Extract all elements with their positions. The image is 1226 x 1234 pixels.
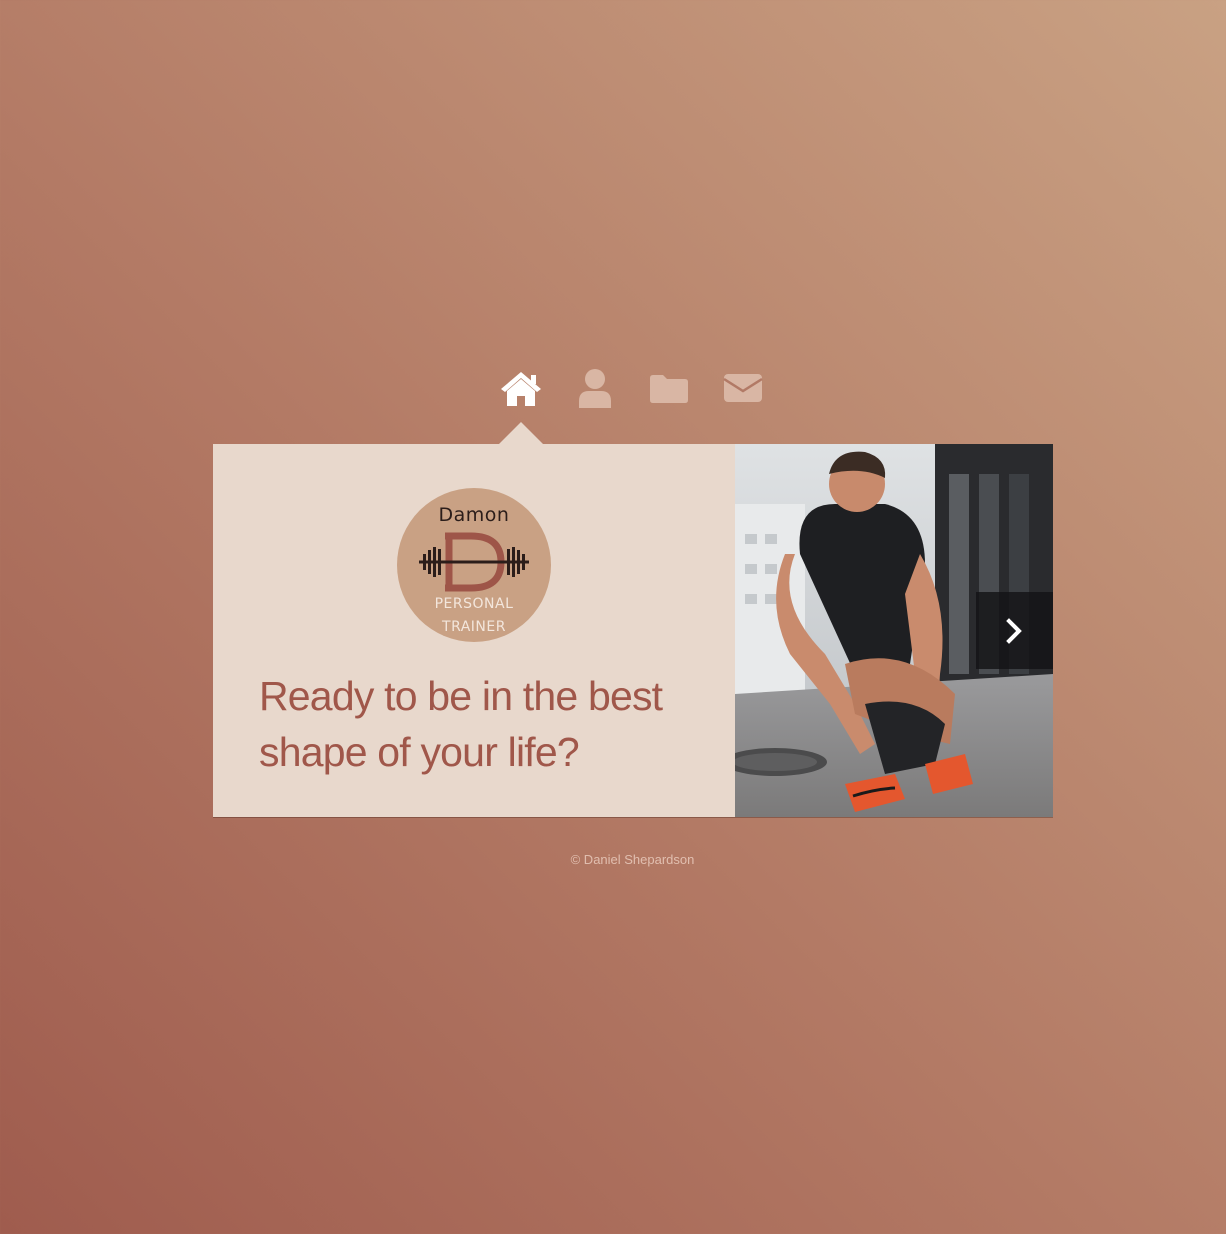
hero-headline: Ready to be in the best shape of your li… [259, 673, 663, 775]
nav-portfolio[interactable] [644, 366, 694, 410]
nav-contact[interactable] [718, 366, 768, 410]
main-nav [496, 366, 772, 414]
hero-text-panel: Damon PERSONAL TRAINER Ready to be in th… [213, 444, 735, 817]
nav-about[interactable] [570, 366, 620, 410]
carousel-next-button[interactable] [976, 592, 1053, 669]
nav-home[interactable] [496, 366, 546, 410]
envelope-icon [723, 374, 763, 402]
footer-copyright: © Daniel Shepardson [570, 852, 695, 867]
dumbbell-d-emblem [419, 532, 529, 592]
home-icon [501, 372, 541, 406]
logo-name: Damon [438, 504, 510, 526]
trainer-logo: Damon PERSONAL TRAINER [397, 488, 551, 642]
logo-line-personal: PERSONAL [434, 596, 514, 612]
hero-card: Damon PERSONAL TRAINER Ready to be in th… [213, 444, 1053, 817]
chevron-right-icon [1005, 617, 1022, 644]
logo-line-trainer: TRAINER [442, 619, 506, 635]
hero-photo [735, 444, 1053, 817]
active-nav-pointer [499, 422, 543, 444]
folder-icon [650, 375, 688, 403]
user-icon [579, 369, 611, 408]
